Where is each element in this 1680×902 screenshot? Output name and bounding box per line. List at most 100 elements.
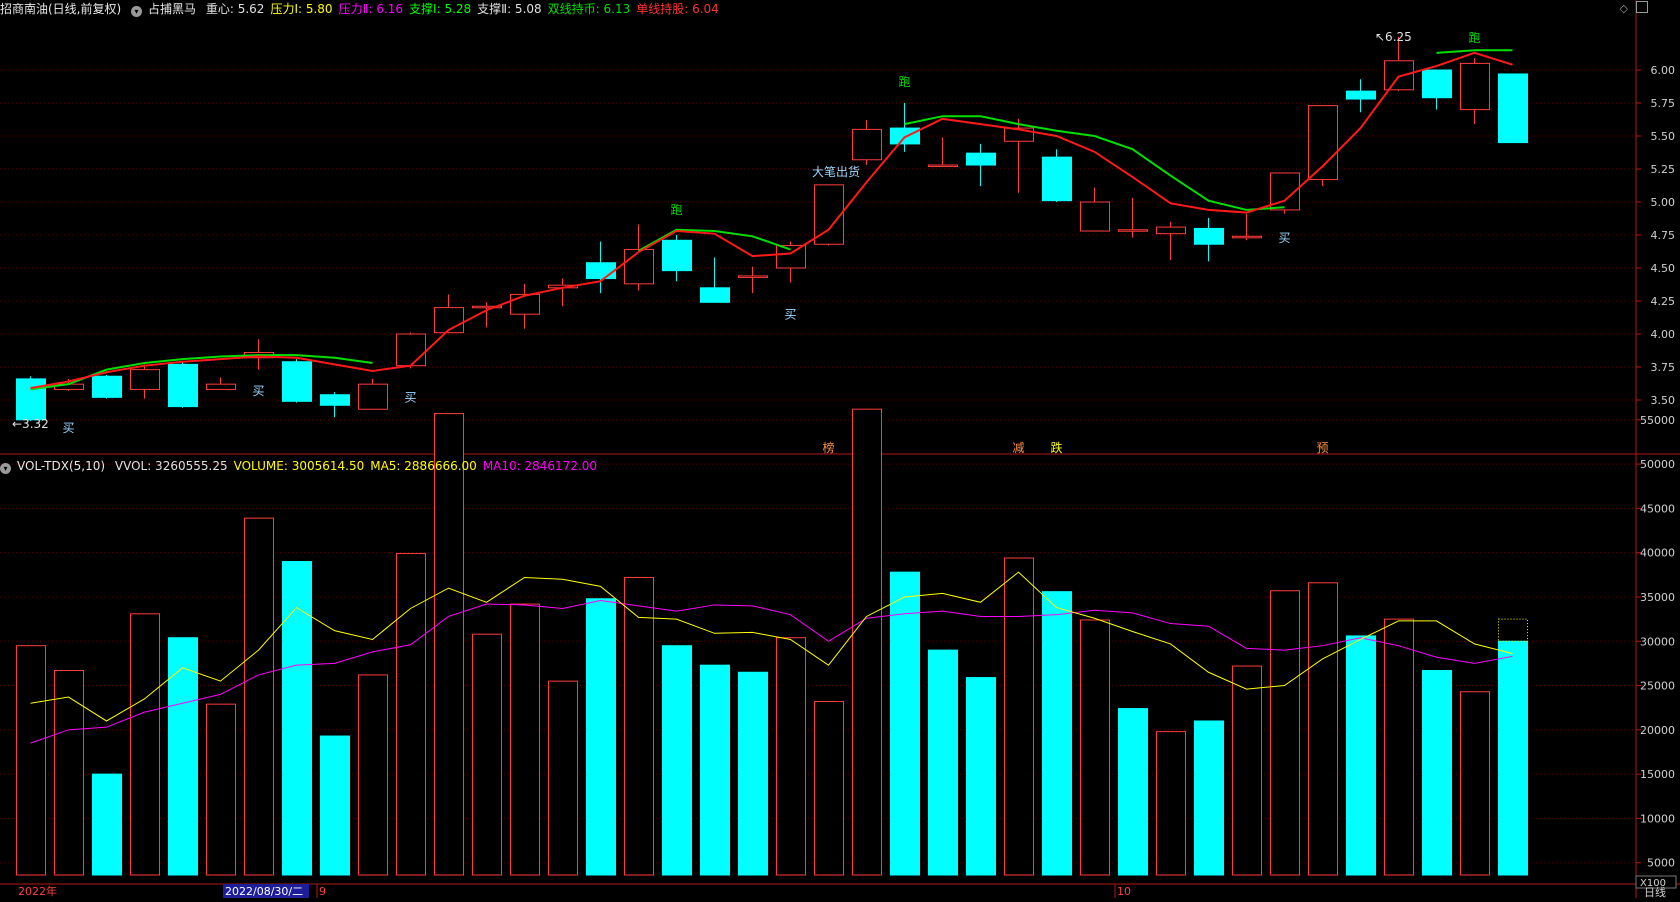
volume-indicator-dropdown-icon[interactable]: ▾ (0, 463, 11, 474)
price-tick-label: 3.50 (1651, 394, 1676, 407)
run-signal-label: 跑 (671, 203, 683, 217)
volume-bar (1080, 619, 1110, 876)
volume-bar (434, 413, 464, 876)
candle-up (1156, 226, 1186, 235)
volume-bar (244, 517, 274, 876)
candle-up (624, 249, 654, 285)
header-item-5: 双线持币: 6.13 (547, 2, 631, 16)
indicator-dropdown-icon[interactable]: ▾ (131, 6, 143, 17)
signal-marker: 预 (1317, 441, 1329, 455)
volume-bar (966, 677, 996, 876)
signal-marker: 跌 (1051, 440, 1063, 455)
volume-bar (358, 674, 388, 876)
candle-up (776, 245, 806, 269)
volume-tick-label: 10000 (1640, 812, 1675, 825)
candle-up (510, 293, 540, 315)
diamond-icon[interactable]: ◇ (1620, 2, 1628, 15)
header-item-6: 单线持股: 6.04 (636, 2, 719, 16)
buy-signal-label: 买 (63, 421, 75, 435)
volume-bar (624, 576, 654, 876)
candle-up (1384, 60, 1414, 91)
volume-bar (700, 664, 730, 876)
header-item-1: 压力Ⅰ: 5.80 (270, 2, 333, 16)
volume-bar (1460, 691, 1490, 876)
volume-bar (1194, 720, 1224, 876)
volume-bar (510, 603, 540, 876)
volume-tick-label: 55000 (1640, 414, 1675, 427)
candle-up (206, 383, 236, 390)
volume-tick-label: 40000 (1640, 547, 1675, 560)
candle-down (1194, 227, 1224, 245)
date-month-label: 9 (319, 885, 326, 898)
volume-tick-label: 5000 (1647, 857, 1675, 870)
volume-bar (852, 408, 882, 876)
candle-down (320, 394, 350, 406)
volume-bar (738, 671, 768, 876)
volume-bar (814, 700, 844, 876)
volume-bar (662, 645, 692, 876)
volume-bar (1156, 731, 1186, 876)
volume-bar (1042, 591, 1072, 876)
buy-signal-label: 买 (253, 384, 265, 398)
volume-bar (1232, 665, 1262, 876)
sell-signal-text: 大笔出货 (812, 164, 860, 179)
candle-up (1080, 201, 1110, 232)
indicator-name[interactable]: 占捕黑马 (148, 2, 196, 16)
buy-signal-label: 买 (785, 307, 797, 321)
price-tick-label: 5.25 (1651, 163, 1676, 176)
signal-marker: 减 (1013, 441, 1025, 455)
date-month-label: 10 (1117, 885, 1131, 898)
volume-bar (206, 703, 236, 876)
buy-signal-label: 买 (1279, 231, 1291, 245)
candle-up (1232, 235, 1262, 239)
volume-indicator-name[interactable]: VOL-TDX(5,10) (17, 459, 105, 473)
volume-tick-label: 25000 (1640, 680, 1675, 693)
high-price-label: ↖6.25 (1375, 30, 1412, 44)
candle-down (700, 287, 730, 303)
candle-up (852, 128, 882, 161)
volume-bar (396, 553, 426, 876)
vol_header-item-3: MA10: 2846172.00 (482, 459, 598, 473)
candle-down (92, 375, 122, 398)
period-label: 日线 (1644, 885, 1666, 898)
volume-bar (54, 669, 84, 876)
volume-bar (1422, 669, 1452, 876)
candle-down (1498, 73, 1528, 144)
volume-bar (1498, 640, 1528, 876)
volume-bar (890, 571, 920, 876)
maximize-icon[interactable] (1636, 1, 1648, 13)
header-item-2: 压力Ⅱ: 6.16 (338, 2, 404, 16)
volume-bar (130, 613, 160, 876)
price-tick-label: 4.75 (1651, 229, 1676, 242)
volume-tick-label: 50000 (1640, 458, 1675, 471)
volume-bar (1384, 618, 1414, 876)
price-tick-label: 5.75 (1651, 97, 1676, 110)
signal-marker: 榜 (823, 440, 835, 455)
volume-tick-label: 45000 (1640, 502, 1675, 515)
header-item-0: 重心: 5.62 (205, 2, 265, 16)
candle-down (1042, 156, 1072, 202)
volume-bar (776, 637, 806, 876)
date-year-label: 2022年 (18, 884, 57, 898)
volume-tick-label: 15000 (1640, 768, 1675, 781)
volume-bar (1118, 708, 1148, 876)
candle-up (928, 164, 958, 168)
volume-bar (1004, 557, 1034, 876)
candle-up (1460, 62, 1490, 111)
volume-tick-label: 20000 (1640, 724, 1675, 737)
candle-down (16, 378, 46, 421)
vol_header-item-1: VOLUME: 3005614.50 (233, 459, 365, 473)
price-tick-label: 6.00 (1651, 64, 1676, 77)
volume-panel-header: ▾ VOL-TDX(5,10) VVOL: 3260555.25 VOLUME: 3… (0, 457, 609, 475)
date-cursor-label: 2022/08/30/二 (225, 885, 303, 898)
volume-bar (928, 649, 958, 876)
price-tick-label: 5.00 (1651, 196, 1676, 209)
volume-bar (16, 645, 46, 876)
candle-down (1422, 69, 1452, 99)
volume-bar (92, 773, 122, 876)
vol_header-item-0: VVOL: 3260555.25 (114, 459, 228, 473)
volume-bar (320, 735, 350, 876)
volume-tick-label: 35000 (1640, 591, 1675, 604)
candle-up (1118, 229, 1148, 232)
run-signal-label: 跑 (1469, 31, 1481, 45)
